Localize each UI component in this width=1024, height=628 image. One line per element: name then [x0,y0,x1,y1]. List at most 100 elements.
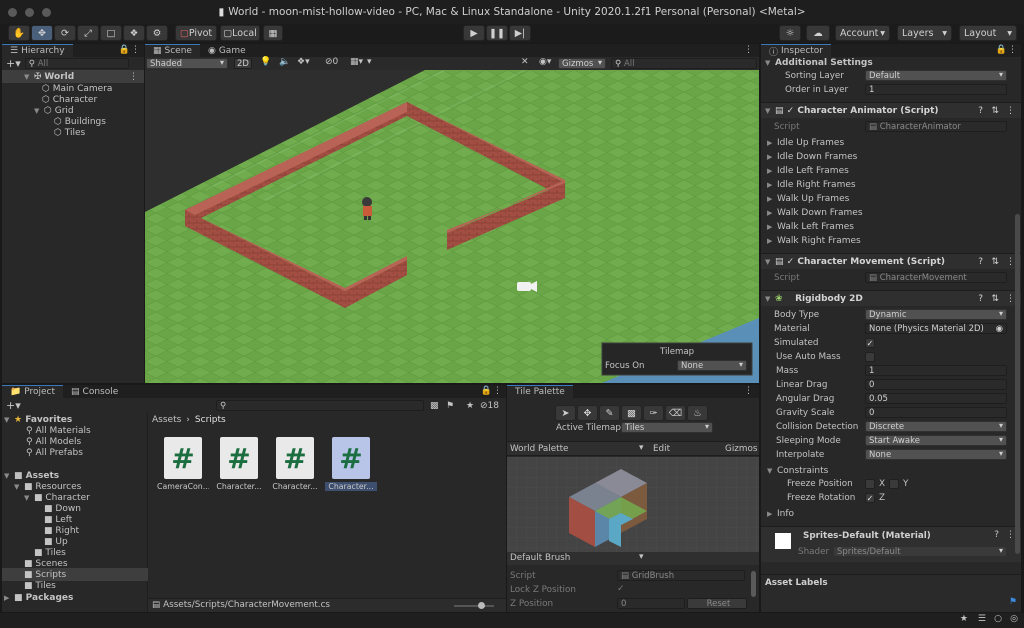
scrollbar-thumb[interactable] [751,571,756,597]
stack-icon[interactable]: ☰ [978,614,986,624]
transform-tool-button[interactable]: ❖ [123,25,145,41]
linear-drag-input[interactable]: 0 [865,379,1007,390]
breadcrumb-item[interactable]: Scripts [195,415,226,425]
window-controls[interactable] [8,8,51,17]
layout-dropdown[interactable]: Layout ▾ [959,25,1017,41]
enabled-checkbox[interactable]: ✓ [787,106,795,116]
chevron-down-icon[interactable]: ▼ [4,472,14,480]
erase-tool-button[interactable]: ⌫ [665,405,686,421]
focus-on-dropdown[interactable]: None [677,360,747,371]
constraints-foldout[interactable]: ▼ Constraints [767,464,828,477]
picker-tool-button[interactable]: ✑ [643,405,664,421]
help-icon[interactable]: ? [978,106,983,116]
settings-icon[interactable]: ⇅ [991,257,999,267]
kebab-icon[interactable]: ⋮ [744,45,753,55]
hand-tool-button[interactable]: ✋ [8,25,30,41]
chevron-down-icon[interactable]: ▼ [765,107,775,115]
shader-dropdown[interactable]: Sprites/Default [833,546,1007,557]
grid-toggle-icon[interactable]: ▦▾ [350,57,363,67]
reset-button[interactable]: Reset [687,598,747,609]
help-icon[interactable]: ? [978,294,983,304]
script-file-icon-selected[interactable]: # [332,437,370,479]
palette-dropdown[interactable]: World Palette [510,444,568,454]
bug-icon[interactable]: ★ [960,614,968,624]
scene-search-input[interactable]: ⚲ All [611,58,757,69]
camera-icon[interactable]: ◉▾ [539,57,551,67]
tab-tile-palette[interactable]: Tile Palette [507,385,573,398]
settings-icon[interactable]: ⇅ [991,106,999,116]
local-toggle[interactable]: ▢ Local [220,25,260,41]
collab-button[interactable]: ☼ [779,25,801,41]
kebab-icon[interactable]: ⋮ [1006,294,1015,304]
hierarchy-search-input[interactable]: ⚲ All [24,58,129,69]
simulated-checkbox[interactable]: ✓ [865,338,875,348]
auto-mass-checkbox[interactable] [865,352,875,362]
hidden-objects-icon[interactable]: ⊘0 [325,57,338,67]
frames-foldout[interactable]: ▶ Idle Up Frames [767,136,844,149]
freeze-x-checkbox[interactable] [865,479,875,489]
interpolate-dropdown[interactable]: None [865,449,1007,460]
frames-foldout[interactable]: ▶ Idle Right Frames [767,178,856,191]
account-dropdown[interactable]: Account ▾ [835,25,890,41]
palette-canvas[interactable] [507,457,759,552]
chevron-down-icon[interactable]: ▼ [765,59,775,67]
chevron-down-icon[interactable]: ▼ [765,295,775,303]
box-fill-tool-button[interactable]: ▩ [621,405,642,421]
move-tool-button[interactable]: ✥ [577,405,598,421]
mode-2d-toggle[interactable]: 2D [234,58,252,69]
frames-foldout[interactable]: ▶ Walk Right Frames [767,234,861,247]
audio-icon[interactable]: 🔈 [279,57,290,67]
chevron-down-icon[interactable]: ▾ [639,552,644,562]
sorting-layer-dropdown[interactable]: Default [865,70,1007,81]
paint-tool-button[interactable]: ✎ [599,405,620,421]
project-search-input[interactable]: ⚲ [216,400,424,411]
rect-tool-button[interactable]: □ [100,25,122,41]
zpos-input[interactable]: 0 [617,598,685,609]
lockz-checkbox[interactable]: ✓ [617,584,625,594]
info-foldout[interactable]: ▶ Info [767,507,794,520]
help-icon[interactable]: ? [994,530,999,540]
movement-component-header[interactable]: ▼ ▤ ✓ Character Movement (Script) ? ⇅ ⋮ [761,253,1021,269]
chevron-right-icon[interactable]: ▶ [4,594,14,602]
pivot-toggle[interactable]: ▢ Pivot [175,25,217,41]
help-icon[interactable]: ? [978,257,983,267]
tab-game[interactable]: ◉ Game [200,44,254,57]
filter-type-icon[interactable]: ▩ [430,401,439,411]
script-file-icon[interactable]: # [276,437,314,479]
gizmos-dropdown[interactable]: Gizmos [558,58,606,69]
select-tool-button[interactable]: ➤ [555,405,576,421]
scene-viewport[interactable] [145,70,759,383]
active-tilemap-dropdown[interactable]: Tiles [621,422,713,433]
lock-icon[interactable]: 🔒 [996,45,1007,55]
kebab-icon[interactable]: ⋮ [1006,257,1015,267]
tab-console[interactable]: ▤ Console [63,385,126,398]
gizmos-button[interactable]: Gizmos [725,444,757,454]
favorite-icon[interactable]: ★ [466,401,474,411]
pause-button[interactable]: ❚❚ [486,25,508,41]
chevron-down-icon[interactable]: ▼ [765,258,775,266]
speed-icon[interactable]: ◎ [1010,614,1018,624]
kebab-icon[interactable]: ⋮ [1006,106,1015,116]
hidden-count-icon[interactable]: ⊘18 [480,401,499,411]
kebab-icon[interactable]: ⋮ [493,386,502,396]
chevron-down-icon[interactable]: ▼ [24,73,34,81]
globe-icon[interactable]: ○ [994,614,1002,624]
close-icon[interactable] [8,8,17,17]
play-button[interactable]: ▶ [463,25,485,41]
edit-button[interactable]: Edit [653,444,670,454]
chevron-down-icon[interactable]: ▼ [34,107,44,115]
mass-input[interactable]: 1 [865,365,1007,376]
kebab-icon[interactable]: ⋮ [129,72,138,82]
script-file-icon[interactable]: # [164,437,202,479]
fill-tool-button[interactable]: ♨ [687,405,708,421]
zoom-slider[interactable] [454,602,494,609]
chevron-down-icon[interactable]: ▼ [24,494,34,502]
packages-folder[interactable]: ▶ ■ Packages [4,591,73,604]
favorites-item[interactable]: ⚲ All Prefabs [26,446,83,459]
camera-gizmo-icon[interactable] [517,281,537,292]
material-field[interactable]: None (Physics Material 2D) ◉ [865,323,1007,334]
body-type-dropdown[interactable]: Dynamic [865,309,1007,320]
add-icon[interactable]: +▾ [6,399,21,412]
gravity-scale-input[interactable]: 0 [865,407,1007,418]
kebab-icon[interactable]: ⋮ [131,45,140,55]
